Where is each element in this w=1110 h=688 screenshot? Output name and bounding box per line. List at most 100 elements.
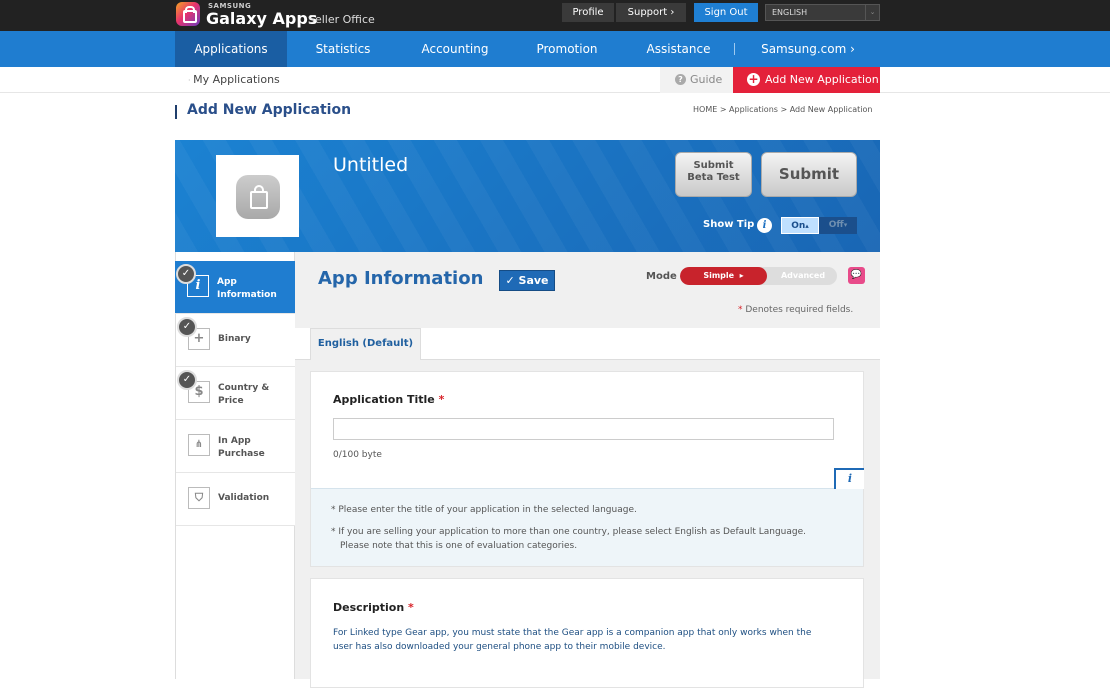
chevron-right-icon: › [670,7,675,18]
caret-down-icon: ▾ [843,221,848,229]
nav-samsung-label: Samsung.com [761,42,847,56]
sidebar-item-label: App Information [217,277,277,300]
required-star: * [408,601,414,614]
tip-line-1: Please enter the title of your applicati… [338,505,637,515]
add-new-application-button[interactable]: + Add New Application [733,67,880,93]
main-content: App Information ✓ Save Mode Simple ▸ Adv… [295,252,880,688]
question-icon: ? [675,74,686,85]
nav-statistics[interactable]: Statistics [287,31,399,67]
required-star: * [738,305,743,315]
sidebar-item-binary[interactable]: ✓ + Binary [176,314,295,367]
tip-line-3: Please note that this is one of evaluati… [340,541,578,551]
required-note-text: Denotes required fields. [745,305,854,315]
show-tip-off-toggle[interactable]: Off▾ [819,217,857,234]
top-bar: SAMSUNG Galaxy Apps Seller Office Profil… [0,0,1110,31]
save-label: Save [518,274,549,287]
tip-on-label: On [791,221,806,231]
app-banner: Untitled Submit Beta Test Submit Show Ti… [175,140,880,252]
application-title-label: Application Title * [333,393,444,406]
chevron-right-icon: › [850,42,855,56]
beta-line2: Beta Test [687,172,740,183]
add-new-label: Add New Application [765,73,879,86]
sidebar-item-validation[interactable]: ⛉ Validation [176,473,295,526]
byte-count: 0/100 byte [333,450,382,460]
language-value: ENGLISH [772,8,808,17]
nav-samsung-com[interactable]: Samsung.com › [752,31,864,67]
required-fields-note: * Denotes required fields. [738,305,853,315]
sidebar-item-label: Validation [218,493,270,503]
main-nav: Applications Statistics Accounting Promo… [0,31,1110,67]
sidebar-item-label: In App Purchase [218,436,265,459]
tip-line-2: If you are selling your application to m… [338,527,807,537]
tab-english-default[interactable]: English (Default) [310,328,421,360]
description-note: For Linked type Gear app, you must state… [333,628,812,652]
shield-icon: ⛉ [188,487,210,509]
description-card: Description * For Linked type Gear app, … [310,578,864,688]
save-button[interactable]: ✓ Save [499,270,555,291]
beta-line1: Submit [693,160,734,171]
nav-promotion[interactable]: Promotion [511,31,623,67]
app-title: Untitled [333,154,409,176]
my-applications-label: My Applications [193,73,280,86]
support-label: Support [627,7,668,18]
show-tip-label: Show Tip [703,219,755,230]
nav-assistance[interactable]: Assistance [623,31,734,67]
check-icon: ✓ [177,317,197,337]
application-title-card: Application Title * 0/100 byte * Please … [310,371,864,567]
language-select[interactable]: ENGLISH ⌄ [765,4,880,21]
nav-applications[interactable]: Applications [175,31,287,67]
check-icon: ✓ [177,370,197,390]
sign-out-button[interactable]: Sign Out [694,3,758,22]
sidebar-item-label: Country & Price [218,383,270,406]
sub-nav: · My Applications ? Guide + Add New Appl… [0,67,1110,93]
page-title: Add New Application [187,102,352,118]
sidebar-item-label: Binary [218,334,251,344]
info-icon[interactable]: i [834,468,864,489]
shopping-bag-icon [236,175,280,219]
tip-line: * If you are selling your application to… [331,527,807,537]
arrow-right-icon: ▸ [739,271,744,280]
title-tip-box: * Please enter the title of your applica… [311,488,863,566]
tip-off-label: Off [828,220,844,230]
page-title-marker [175,105,177,119]
guide-button[interactable]: ? Guide [660,67,733,93]
show-tip-on-toggle[interactable]: On▴ [781,217,819,234]
mode-toggle[interactable]: Simple ▸ Advanced [680,267,837,285]
submit-beta-test-button[interactable]: Submit Beta Test [675,152,752,197]
mode-advanced-option[interactable]: Advanced [769,267,837,285]
tip-line: * Please enter the title of your applica… [331,505,637,515]
sidebar-item-in-app-purchase[interactable]: ⋔ In App Purchase [176,420,295,473]
galaxy-apps-logo-icon[interactable] [176,2,200,26]
step-sidebar: ✓ i App Information ✓ + Binary ✓ $ Count… [175,252,301,679]
sidebar-item-app-information[interactable]: ✓ i App Information [175,261,301,314]
check-icon: ✓ [176,264,196,284]
my-applications-link[interactable]: · My Applications [188,73,280,86]
app-icon-thumbnail[interactable] [216,155,299,237]
info-icon[interactable]: i [757,218,772,233]
brand-name[interactable]: Galaxy Apps [206,9,317,28]
submit-button[interactable]: Submit [761,152,857,197]
description-label: Description * [333,601,414,614]
application-title-input[interactable] [333,418,834,440]
mode-label: Mode [646,271,677,282]
chat-bubble-icon[interactable]: 💬 [848,267,865,284]
check-icon: ✓ [505,274,515,287]
required-star: * [438,393,445,406]
mode-simple-label: Simple [703,271,735,280]
support-button[interactable]: Support › [616,3,686,22]
brand-sub: Seller Office [308,13,375,26]
section-title: App Information [318,268,484,289]
breadcrumb: HOME > Applications > Add New Applicatio… [693,105,873,114]
nav-divider [734,43,735,55]
chevron-down-icon: ⌄ [865,5,879,20]
description-text: Description [333,601,405,614]
mode-simple-option[interactable]: Simple ▸ [680,267,767,285]
guide-label: Guide [690,73,723,86]
plus-circle-icon: + [747,72,760,86]
sidebar-item-country-price[interactable]: ✓ $ Country & Price [176,367,295,420]
profile-button[interactable]: Profile [562,3,614,22]
nav-accounting[interactable]: Accounting [399,31,511,67]
language-tab-strip: English (Default) [295,328,880,360]
hierarchy-icon: ⋔ [188,434,210,456]
application-title-text: Application Title [333,393,435,406]
